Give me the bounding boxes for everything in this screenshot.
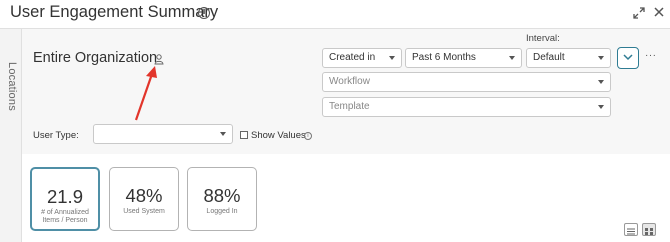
metric-card-logged-in[interactable]: 88% Logged In (187, 167, 257, 231)
user-type-label: User Type: (33, 130, 79, 141)
interval-value: Default (533, 52, 565, 63)
locations-rail[interactable]: Locations (0, 28, 22, 242)
chevron-down-icon (598, 105, 604, 109)
info-icon[interactable]: i (198, 7, 210, 19)
metric-value: 21.9 (46, 186, 83, 207)
title-bar: User Engagement Summary i (0, 0, 670, 28)
locations-rail-label[interactable]: Locations (4, 62, 18, 122)
workflow-select[interactable]: Workflow (322, 72, 611, 92)
collapse-filters-button[interactable] (617, 47, 639, 69)
template-placeholder: Template (329, 101, 370, 112)
chevron-down-icon (623, 54, 633, 61)
metric-value: 88% (203, 185, 241, 206)
list-view-button[interactable] (624, 223, 638, 236)
chevron-down-icon (598, 56, 604, 60)
info-icon[interactable]: i (304, 132, 312, 140)
metric-value: 48% (125, 185, 163, 206)
workflow-placeholder: Workflow (329, 76, 370, 87)
annotation-arrow (134, 66, 157, 121)
metric-caption: # of Annualized Items / Person (41, 209, 89, 224)
grid-view-button[interactable] (642, 223, 656, 236)
close-icon[interactable] (653, 6, 665, 18)
chevron-down-icon (220, 132, 226, 136)
chevron-down-icon (598, 80, 604, 84)
date-range-value: Past 6 Months (412, 52, 476, 63)
date-field-value: Created in (329, 52, 376, 63)
template-select[interactable]: Template (322, 97, 611, 117)
user-type-select[interactable] (93, 124, 233, 144)
grid-view-icon (645, 228, 653, 235)
chevron-down-icon (389, 56, 395, 60)
metric-caption: Logged In (206, 208, 238, 215)
show-values-label[interactable]: Show Values (251, 130, 306, 141)
metric-card-used-system[interactable]: 48% Used System (109, 167, 179, 231)
show-values-checkbox[interactable] (240, 131, 248, 139)
metric-caption: Used System (123, 208, 165, 215)
expand-icon[interactable] (633, 7, 645, 19)
list-view-icon (627, 228, 635, 235)
date-range-select[interactable]: Past 6 Months (405, 48, 522, 68)
chevron-down-icon (509, 56, 515, 60)
widget-title: User Engagement Summary (10, 3, 219, 21)
date-field-select[interactable]: Created in (322, 48, 402, 68)
interval-label: Interval: (526, 33, 560, 44)
more-options-icon[interactable]: ··· (645, 50, 657, 61)
interval-select[interactable]: Default (526, 48, 611, 68)
metric-card-annualized-items[interactable]: 21.9 # of Annualized Items / Person (30, 167, 100, 231)
